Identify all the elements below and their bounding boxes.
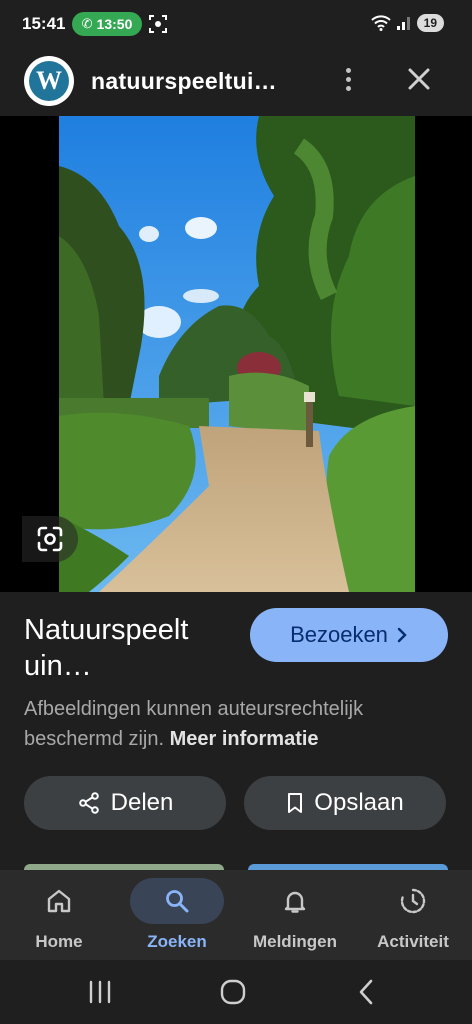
result-title-line: Natuurspeelt [24,614,189,646]
visit-label: Bezoeken [290,622,388,647]
recent-apps-icon [89,980,111,1004]
visit-button[interactable]: Bezoeken [250,608,448,662]
signal-icon [396,17,410,30]
call-indicator[interactable]: ✆ 13:50 [72,12,142,36]
home-icon [12,878,106,924]
more-options-button[interactable] [334,64,362,94]
share-label: Delen [110,789,174,816]
dot-icon [345,76,351,82]
nav-item-notifications[interactable]: Meldingen [236,870,354,960]
wifi-icon [370,15,391,31]
chevron-right-icon [397,627,407,643]
nav-label: Activiteit [377,932,449,951]
nav-label: Meldingen [252,932,338,951]
screenshot-icon [149,15,167,33]
result-title-line: uin… [24,650,92,682]
back-icon [359,979,373,1005]
bookmark-icon [288,793,303,813]
nav-item-home[interactable]: Home [0,870,118,960]
result-title[interactable]: Natuurspeelt uin… [24,612,244,684]
home-button[interactable] [213,976,253,1008]
site-title[interactable]: natuurspeeltui… [91,68,277,95]
lens-icon [37,526,63,552]
status-icons: 19 [370,14,444,32]
activity-icon [366,878,460,924]
nav-label: Zoeken [147,932,207,951]
close-icon[interactable] [402,62,436,96]
nav-label: Home [35,932,83,951]
nav-item-search[interactable]: Zoeken [118,870,236,960]
search-icon [130,878,224,924]
share-icon [78,792,99,814]
recent-apps-button[interactable] [80,976,120,1008]
clock: 15:41 [22,14,66,33]
share-button[interactable]: Delen [24,776,226,830]
bottom-navigation: Home Zoeken Meldingen Activiteit [0,870,472,960]
page-header: W natuurspeeltui… [0,50,472,116]
battery-indicator: 19 [416,14,444,32]
garden-photo[interactable] [59,116,415,592]
image-preview[interactable] [0,116,472,592]
system-navigation-bar [0,960,472,1024]
bell-icon [248,878,342,924]
copyright-notice: Afbeeldingen kunnen auteursrechtelijk be… [24,694,444,754]
home-circle-icon [220,979,246,1005]
dot-icon [345,85,351,91]
more-info-link[interactable]: Meer informatie [170,728,319,750]
nav-item-activity[interactable]: Activiteit [354,870,472,960]
google-lens-button[interactable] [22,516,78,562]
call-timer: 13:50 [96,16,133,32]
save-label: Opslaan [314,789,404,816]
status-bar: 15:41 ✆ 13:50 19 [0,0,472,50]
save-button[interactable]: Opslaan [244,776,446,830]
wordpress-icon: W [29,61,69,101]
phone-icon: ✆ [81,16,93,31]
site-logo: W [24,56,74,106]
dot-icon [345,67,351,73]
back-button[interactable] [346,976,386,1008]
